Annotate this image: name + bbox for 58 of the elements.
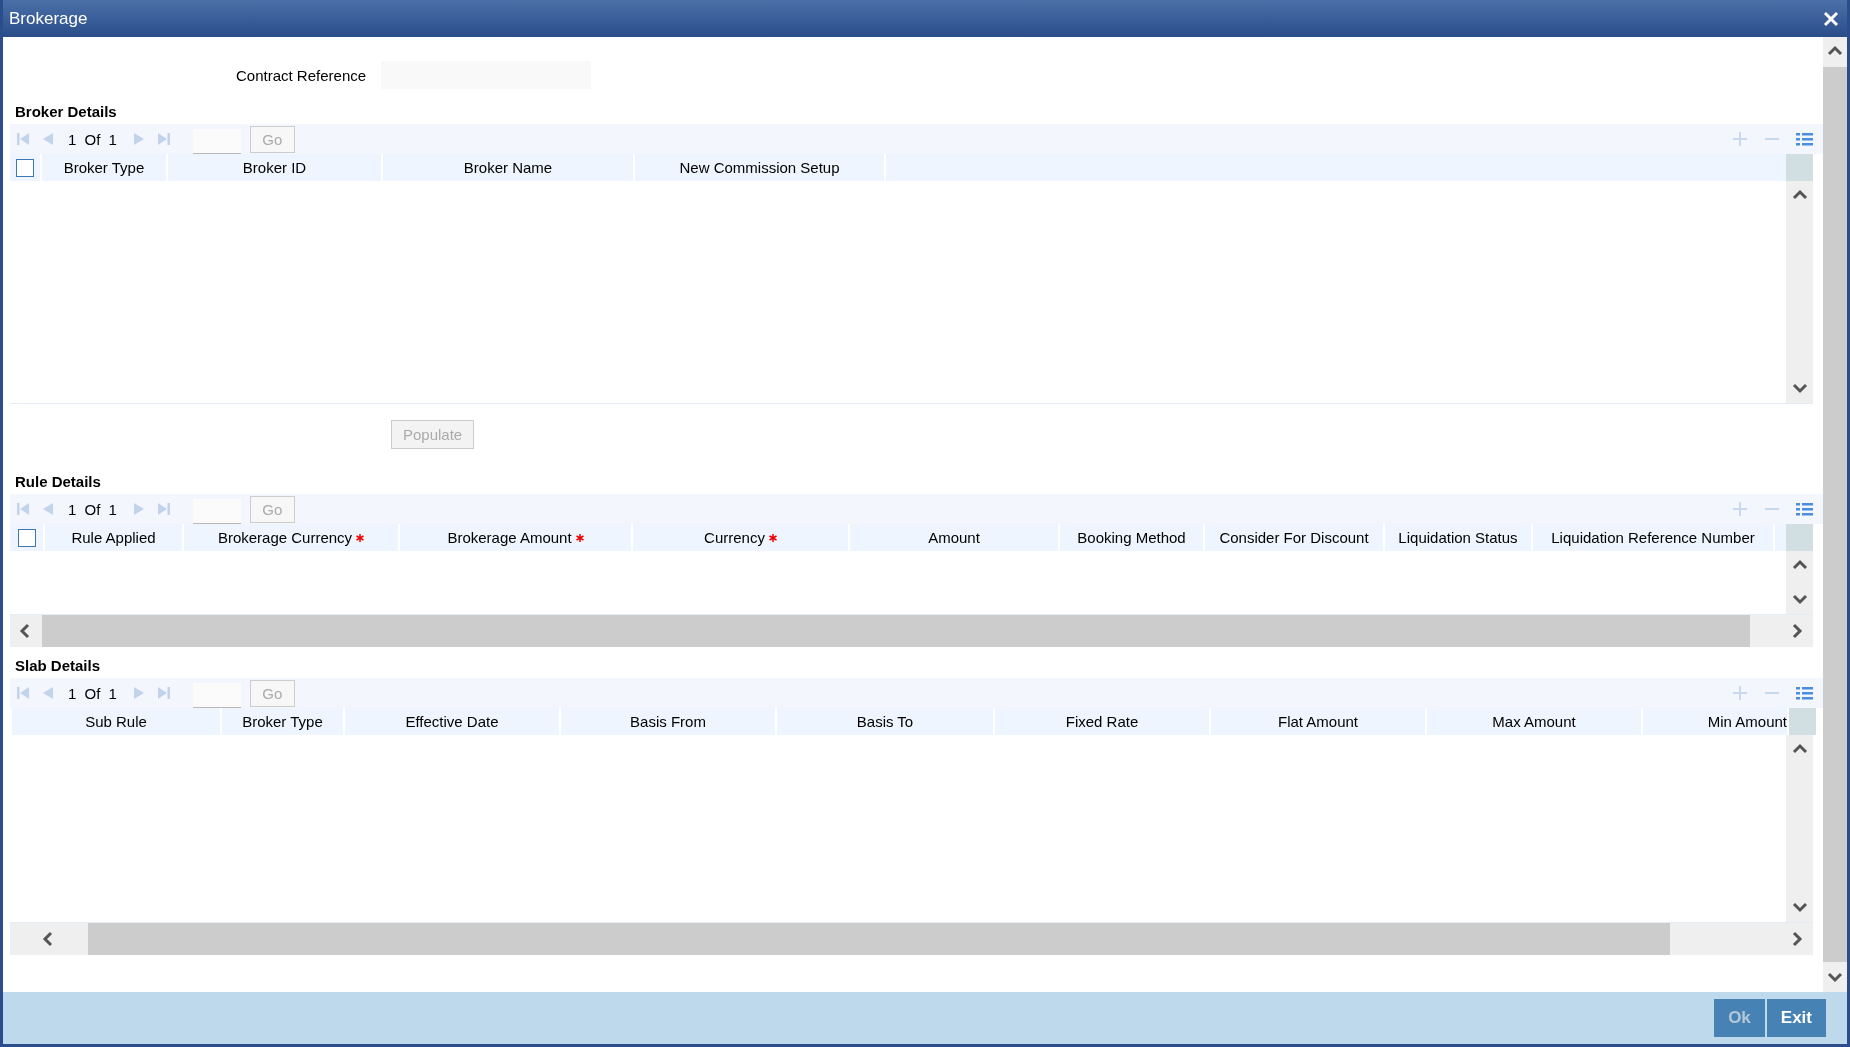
list-view-icon[interactable] [1796,686,1813,700]
add-row-icon[interactable] [1732,685,1748,701]
column-header: Broker Name [463,159,553,176]
column-header: Sub Rule [85,713,147,730]
close-icon[interactable] [1823,10,1839,27]
required-icon [768,533,777,542]
first-page-icon[interactable] [16,131,32,147]
vertical-scrollbar[interactable] [1823,37,1847,992]
first-page-icon[interactable] [16,685,32,701]
select-all-checkbox[interactable] [16,158,34,177]
column-header: Liquidation Status [1398,529,1518,546]
delete-row-icon[interactable] [1764,507,1780,511]
column-header: Basis To [856,713,914,730]
list-view-icon[interactable] [1796,502,1813,516]
column-header: Flat Amount [1277,713,1358,730]
column-header: New Commission Setup [679,159,840,176]
section-heading: Broker Details [14,102,118,122]
delete-row-icon[interactable] [1764,691,1780,695]
add-row-icon[interactable] [1732,501,1748,517]
column-header: Brokerage Currency [217,529,353,546]
add-row-icon[interactable] [1732,131,1748,147]
column-header: Rule Applied [71,529,156,546]
column-header: Broker Type [63,159,145,176]
page-number-field[interactable] [192,683,241,709]
window-title: Brokerage [9,8,88,29]
section-heading: Slab Details [14,656,102,676]
header-corner [1786,524,1813,551]
field-label: Contract Reference [236,66,367,84]
header-corner [1786,154,1813,181]
column-header: Effective Date [405,713,499,730]
page-number-field[interactable] [192,129,241,155]
page-indicator: 1 Of 1 [68,130,117,148]
column-header: Amount [928,529,980,546]
list-view-icon[interactable] [1796,132,1813,146]
required-icon [356,533,365,542]
page-number-field[interactable] [192,499,241,525]
select-all-checkbox[interactable] [17,528,36,547]
column-header: Broker ID [242,159,307,176]
section-heading: Rule Details [14,472,102,492]
header-corner [1789,708,1816,735]
footer-button[interactable]: Exit [1766,999,1826,1037]
column-header: Broker Type [242,713,323,730]
column-header: Basis From [630,713,706,730]
column-header: Consider For Discount [1219,529,1369,546]
column-header: Booking Method [1077,529,1186,546]
column-header: Fixed Rate [1065,713,1139,730]
first-page-icon[interactable] [16,501,32,517]
page-indicator: 1 Of 1 [68,684,117,702]
column-header: Currency [704,529,765,546]
column-header: Liquidation Reference Number [1551,529,1755,546]
delete-row-icon[interactable] [1764,137,1780,141]
horizontal-scrollbar[interactable] [10,923,1813,955]
page-indicator: 1 Of 1 [68,500,117,518]
horizontal-scrollbar[interactable] [10,615,1813,647]
column-header: Brokerage Amount [447,529,572,546]
required-icon [575,533,584,542]
column-header: Min Amount [1707,713,1787,730]
column-header: Max Amount [1492,713,1576,730]
